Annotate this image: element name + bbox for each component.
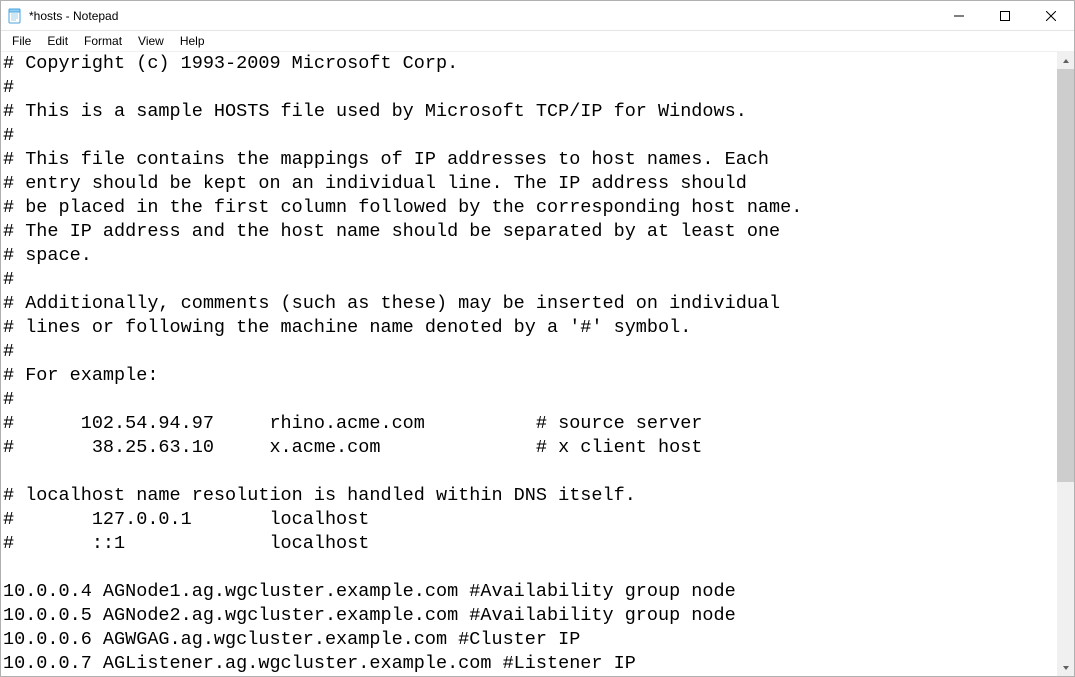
notepad-window: *hosts - Notepad File Edit Format View H… (0, 0, 1075, 677)
notepad-icon (7, 8, 23, 24)
minimize-button[interactable] (936, 1, 982, 30)
window-title: *hosts - Notepad (29, 9, 118, 23)
menu-file[interactable]: File (5, 33, 38, 49)
scrollbar-track[interactable] (1057, 69, 1074, 659)
menu-help[interactable]: Help (173, 33, 212, 49)
text-editor[interactable]: # Copyright (c) 1993-2009 Microsoft Corp… (1, 52, 1057, 676)
menu-format[interactable]: Format (77, 33, 129, 49)
close-button[interactable] (1028, 1, 1074, 30)
titlebar-left: *hosts - Notepad (1, 8, 118, 24)
menubar: File Edit Format View Help (1, 31, 1074, 51)
scrollbar-thumb[interactable] (1057, 69, 1074, 482)
scroll-down-button[interactable] (1057, 659, 1074, 676)
vertical-scrollbar[interactable] (1057, 52, 1074, 676)
titlebar[interactable]: *hosts - Notepad (1, 1, 1074, 31)
menu-view[interactable]: View (131, 33, 171, 49)
scroll-up-button[interactable] (1057, 52, 1074, 69)
maximize-button[interactable] (982, 1, 1028, 30)
editor-area: # Copyright (c) 1993-2009 Microsoft Corp… (1, 51, 1074, 676)
menu-edit[interactable]: Edit (40, 33, 75, 49)
window-controls (936, 1, 1074, 30)
